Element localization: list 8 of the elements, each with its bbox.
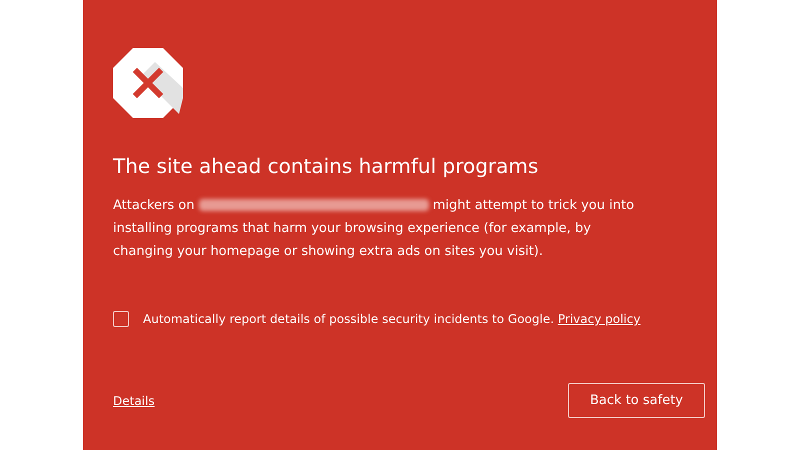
details-link[interactable]: Details <box>113 392 155 410</box>
description-text: Attackers on might attempt to trick you into installing programs that harm your browsing experience (for example, by changing your homepage or showing extra ads on sites you visit). <box>113 197 636 261</box>
report-checkbox[interactable] <box>113 311 129 327</box>
stop-sign-icon <box>113 48 183 118</box>
back-to-safety-button[interactable]: Back to safety <box>568 383 705 418</box>
privacy-policy-link[interactable]: Privacy policy <box>558 312 640 326</box>
report-label: Automatically report details of possible security incidents to Google. Privacy policy <box>143 311 640 328</box>
page-heading: The site ahead contains harmful programs <box>113 153 538 180</box>
